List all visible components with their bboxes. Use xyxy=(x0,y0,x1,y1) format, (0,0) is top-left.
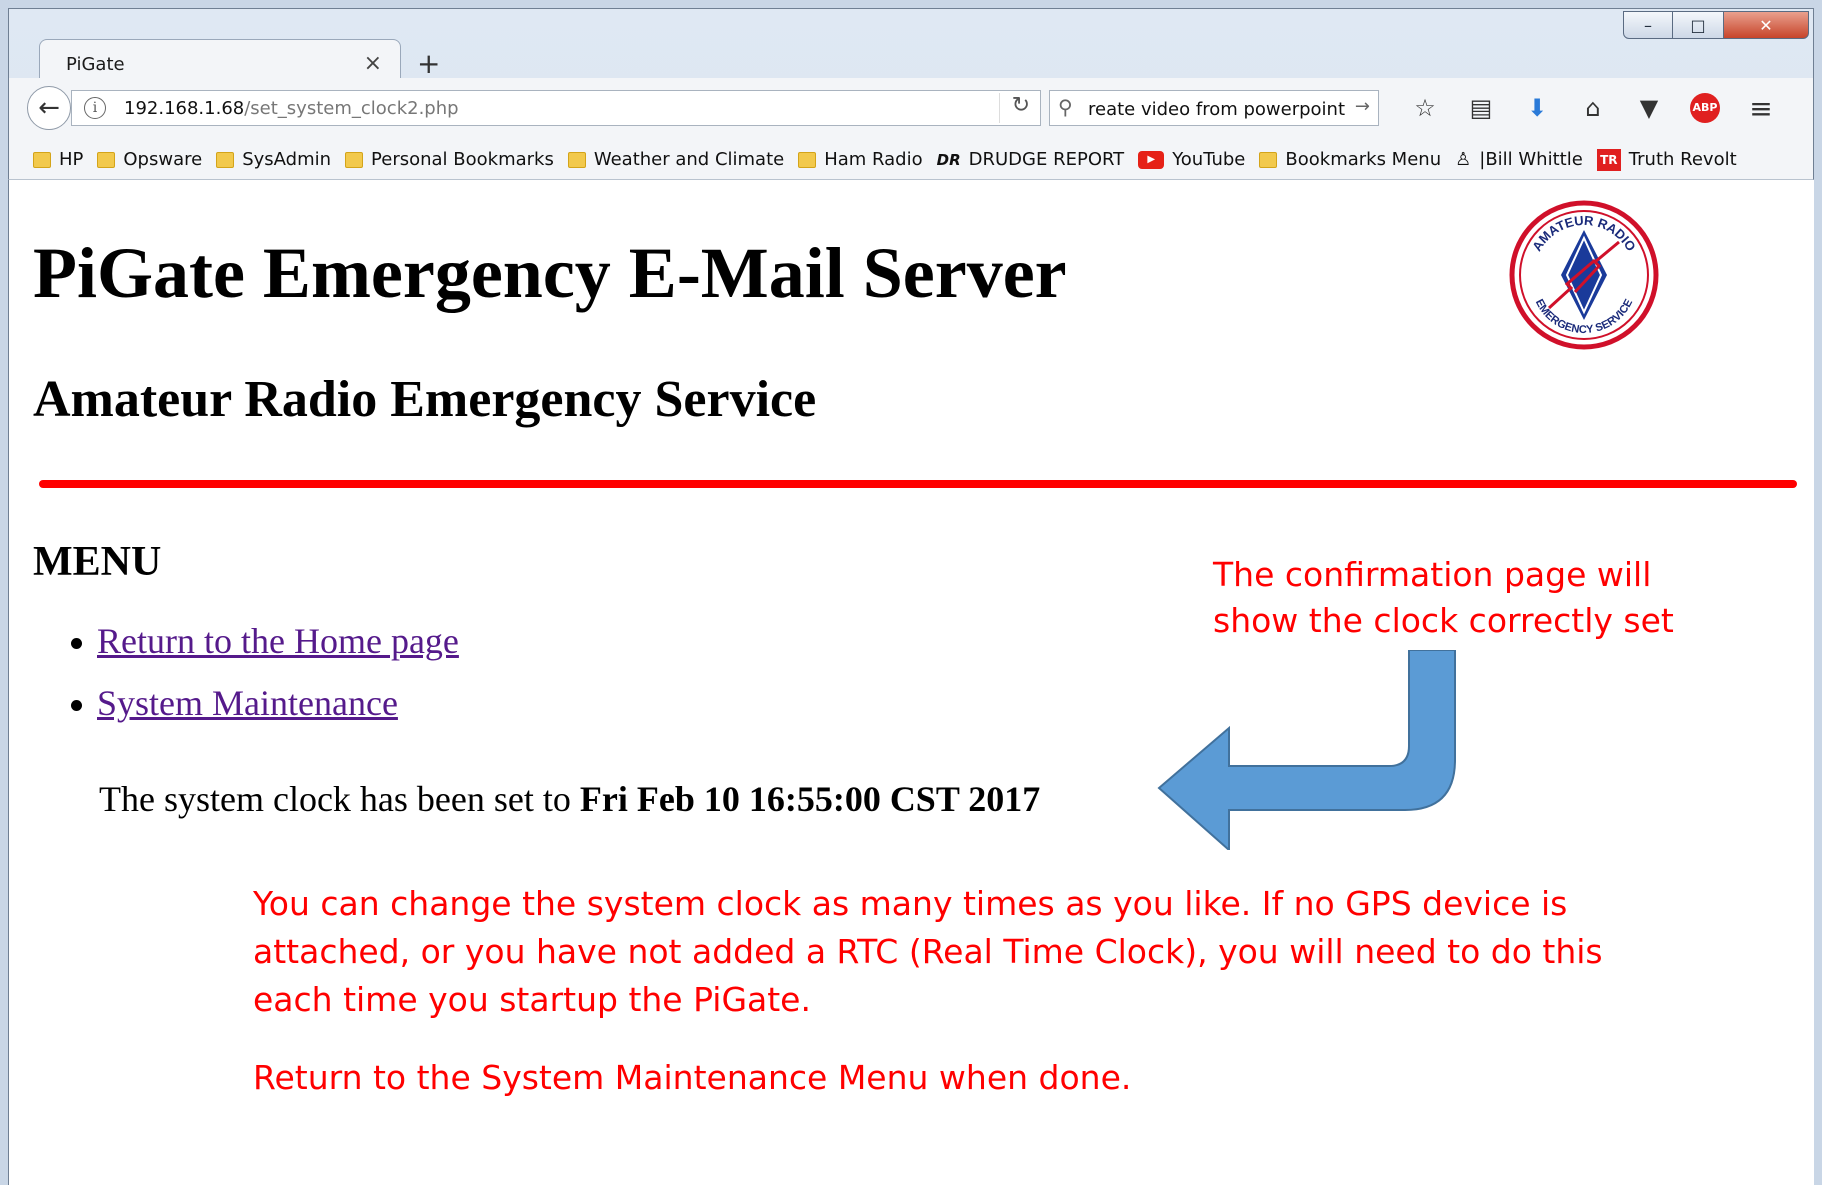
bookmark-label: Weather and Climate xyxy=(593,149,785,170)
bookmark-label: Ham Radio xyxy=(824,149,923,170)
bullet xyxy=(71,638,82,649)
annotation-line: each time you startup the PiGate. xyxy=(253,980,811,1019)
folder-icon xyxy=(216,151,235,168)
bookmark-label: YouTube xyxy=(1172,149,1246,170)
bullet xyxy=(71,700,82,711)
minimize-button[interactable]: – xyxy=(1623,11,1673,39)
bookmarks-bar: HP Opsware SysAdmin Personal Bookmarks W… xyxy=(8,140,1814,180)
bookmark-youtube[interactable]: ▶ YouTube xyxy=(1138,149,1245,170)
url-text[interactable]: 192.168.1.68/set_system_clock2.php xyxy=(124,98,459,119)
close-window-button[interactable]: ✕ xyxy=(1723,11,1809,39)
search-text: reate video from powerpoint xyxy=(1088,99,1346,120)
bookmark-label: |Bill Whittle xyxy=(1479,149,1583,170)
folder-icon xyxy=(345,151,364,168)
ares-logo: AMATEUR RADIO EMERGENCY SERVICE xyxy=(1509,200,1659,350)
bookmark-truth-revolt[interactable]: TR Truth Revolt xyxy=(1596,148,1737,171)
search-input[interactable]: ⚲ reate video from powerpoint → xyxy=(1049,90,1379,126)
annotation-line: You can change the system clock as many … xyxy=(253,884,1568,923)
drudge-icon: DR xyxy=(936,150,961,169)
reading-list-icon[interactable]: ▤ xyxy=(1453,90,1509,126)
bookmark-menu[interactable]: Bookmarks Menu xyxy=(1259,149,1441,170)
annotation-line: show the clock correctly set xyxy=(1213,601,1674,640)
page-title: PiGate Emergency E-Mail Server xyxy=(33,233,1067,313)
folder-icon xyxy=(97,151,116,168)
bookmark-label: Truth Revolt xyxy=(1628,149,1737,170)
url-path: /set_system_clock2.php xyxy=(244,98,459,119)
folder-icon xyxy=(1259,151,1278,168)
page-content: PiGate Emergency E-Mail Server AMATEUR R… xyxy=(8,180,1814,1185)
url-host: 192.168.1.68 xyxy=(124,98,245,119)
bookmark-label: Bookmarks Menu xyxy=(1285,149,1442,170)
arrow-icon xyxy=(1157,650,1456,850)
download-icon[interactable]: ⬇ xyxy=(1509,90,1565,126)
youtube-icon: ▶ xyxy=(1138,150,1165,169)
bookmark-sysadmin[interactable]: SysAdmin xyxy=(216,149,331,170)
menu-heading: MENU xyxy=(33,539,162,585)
toolbar-icons: ☆ ▤ ⬇ ⌂ ▼ ABP ≡ xyxy=(1397,90,1789,126)
page-subtitle: Amateur Radio Emergency Service xyxy=(33,371,817,428)
search-icon: ⚲ xyxy=(1058,95,1073,119)
tab-title: PiGate xyxy=(66,54,125,75)
bookmark-personal[interactable]: Personal Bookmarks xyxy=(345,149,554,170)
bookmark-opsware[interactable]: Opsware xyxy=(97,149,202,170)
folder-icon xyxy=(798,151,817,168)
clock-prefix: The system clock has been set to xyxy=(99,779,580,819)
new-tab-button[interactable]: + xyxy=(417,47,440,80)
url-bar[interactable]: i 192.168.1.68/set_system_clock2.php ↻ xyxy=(71,90,1041,126)
bookmark-label: HP xyxy=(59,149,84,170)
clock-value: Fri Feb 10 16:55:00 CST 2017 xyxy=(579,779,1041,819)
bookmark-label: DRUDGE REPORT xyxy=(968,149,1125,170)
navigation-toolbar: ← i 192.168.1.68/set_system_clock2.php ↻… xyxy=(8,78,1814,140)
home-icon[interactable]: ⌂ xyxy=(1565,90,1621,126)
bookmark-drudge[interactable]: DR DRUDGE REPORT xyxy=(937,149,1125,170)
bookmark-weather[interactable]: Weather and Climate xyxy=(567,149,785,170)
folder-icon xyxy=(567,151,586,168)
bookmark-hp[interactable]: HP xyxy=(33,149,83,170)
bookmark-label: Opsware xyxy=(123,149,203,170)
search-go-icon[interactable]: → xyxy=(1355,96,1370,117)
close-tab-icon[interactable]: × xyxy=(364,51,382,76)
clock-status: The system clock has been set to Fri Feb… xyxy=(99,778,1040,820)
divider-line xyxy=(39,480,1797,488)
annotation-line: The confirmation page will xyxy=(1213,555,1652,594)
truth-revolt-icon: TR xyxy=(1596,148,1621,171)
return-annotation: Return to the System Maintenance Menu wh… xyxy=(253,1058,1132,1097)
back-icon[interactable]: ← xyxy=(27,86,71,130)
bookmark-ham-radio[interactable]: Ham Radio xyxy=(798,149,923,170)
bookmark-label: SysAdmin xyxy=(242,149,332,170)
adblock-icon[interactable]: ABP xyxy=(1677,90,1733,126)
star-icon[interactable]: ☆ xyxy=(1397,90,1453,126)
home-page-link[interactable]: Return to the Home page xyxy=(97,620,459,662)
maximize-button[interactable]: □ xyxy=(1672,11,1724,39)
pocket-icon[interactable]: ▼ xyxy=(1621,90,1677,126)
reload-icon[interactable]: ↻ xyxy=(998,93,1030,123)
info-icon[interactable]: i xyxy=(84,97,106,119)
info-annotation: You can change the system clock as many … xyxy=(253,880,1603,1024)
window-controls: – □ ✕ xyxy=(1623,11,1809,39)
folder-icon xyxy=(33,151,51,168)
system-maintenance-link[interactable]: System Maintenance xyxy=(97,682,398,724)
bill-whittle-icon: ♙ xyxy=(1455,149,1472,170)
bookmark-label: Personal Bookmarks xyxy=(371,149,554,170)
annotation-line: attached, or you have not added a RTC (R… xyxy=(253,932,1603,971)
bookmark-bill-whittle[interactable]: ♙ |Bill Whittle xyxy=(1455,149,1583,170)
confirmation-annotation: The confirmation page will show the cloc… xyxy=(1213,552,1674,644)
menu-icon[interactable]: ≡ xyxy=(1733,90,1789,126)
